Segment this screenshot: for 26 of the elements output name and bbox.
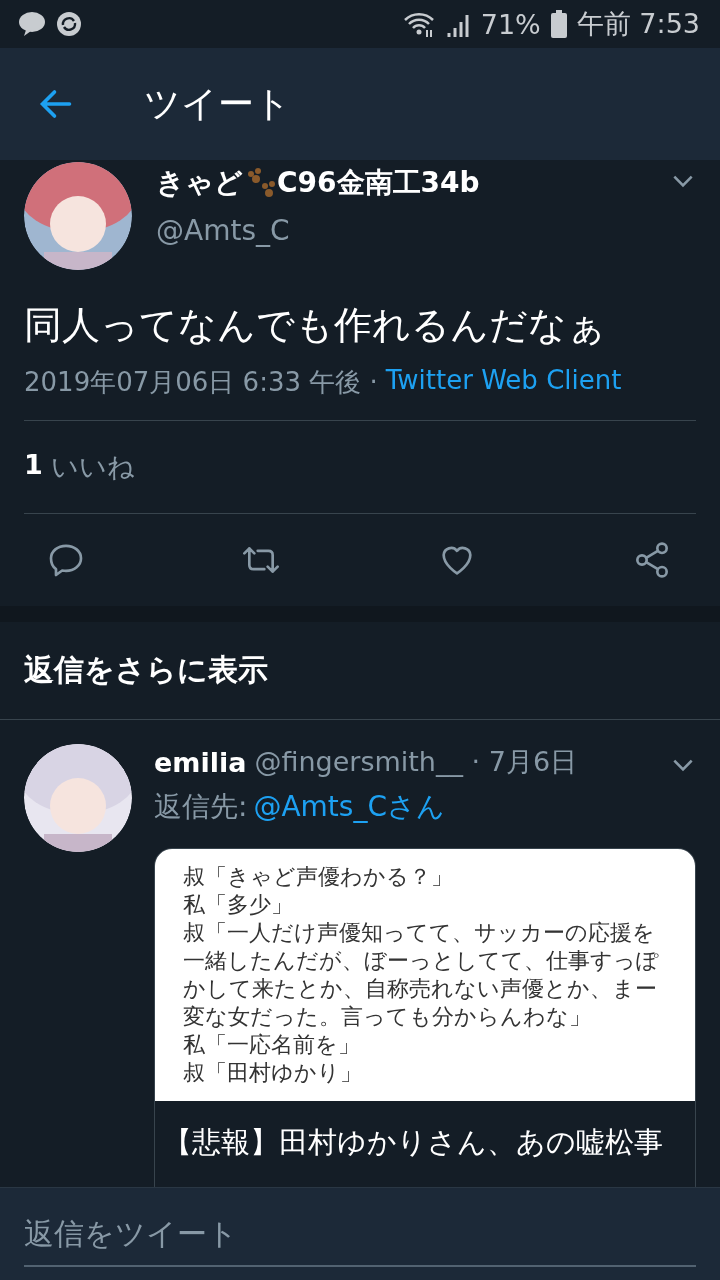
handle-and-date: @fingersmith__ · 7月6日 [254,745,579,779]
image-text-line: 私「一応名前を」 [183,1031,361,1059]
timestamp: 2019年07月06日 6:33 午後 · [24,366,378,399]
tweet-text: 同人ってなんでも作れるんだなぁ [24,302,607,349]
chat-bubble-icon [18,11,46,37]
like-count: 1 [24,449,43,482]
sync-icon [56,11,82,37]
image-text-line: 叔「きゃど声優わかる？」 [183,863,454,891]
client-link[interactable]: Twitter Web Client [385,365,622,400]
image-text-line: 叔「一人だけ声優知ってて、サッカーの応援を一緒したんだが、ぼーっとしてて、仕事すっぽかして来たとか、自称売れない声優とか、まー変な女だった。言っても分からんわな」 [183,919,660,1031]
battery-percent: 71% [480,8,541,40]
section-heading[interactable]: 返信をさらに表示 [0,622,720,720]
user-handle: @Amts_C [156,214,291,247]
display-name: きゃど [156,165,243,201]
clock: 午前 7:53 [576,7,700,41]
battery-icon [550,10,567,38]
display-name: emilia [154,746,247,778]
image-text-line: 私「多少」 [183,891,294,919]
reply-to-label: 返信先: [154,789,248,825]
mention-link[interactable]: @Amts_Cさん [253,788,445,826]
display-name-suffix: C96金南工34b [277,165,480,201]
reply-input-field[interactable]: 返信をツイート [0,1187,720,1280]
image-text-line: 叔「田村ゆかり」 [183,1059,363,1087]
screen-title: ツイート [144,81,291,126]
text-image[interactable]: 叔「きゃど声優わかる？」 私「多少」 叔「一人だけ声優知ってて、サッカーの応援を一緒したんだが、ぼーっとしてて、仕事すっぽかして来たとか、自称売れない声優とか、まー変な女だった。言っても分からんわな」 私「一応名前を」 叔「田村ゆかり」 [155,849,695,1101]
like-label: いいね [50,450,135,484]
